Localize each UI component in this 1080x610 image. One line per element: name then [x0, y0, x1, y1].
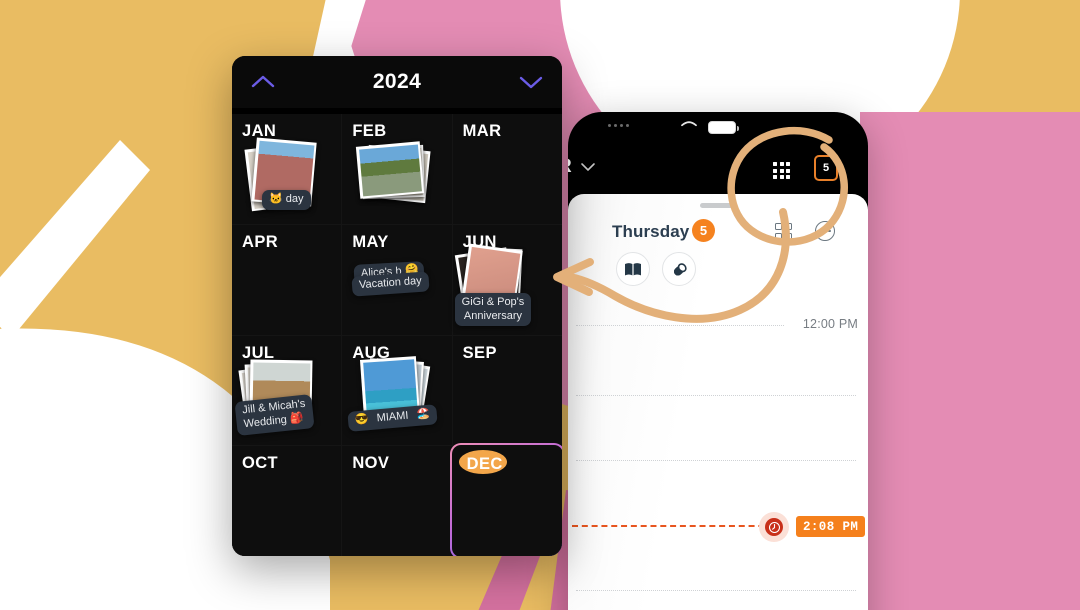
month-cell-feb[interactable]: FEB	[342, 114, 452, 224]
event-tag-miami[interactable]: 😎 MIAMI 🏖️	[347, 403, 439, 432]
month-cell-aug[interactable]: AUG 😎 MIAMI 🏖️	[342, 335, 452, 446]
phone-status-bar	[568, 112, 868, 142]
photo-thumb	[356, 141, 425, 199]
weekday-label: Thursday	[612, 222, 690, 241]
month-label: MAR	[462, 122, 502, 140]
timeline-label-12: 12:00 PM	[802, 317, 858, 331]
tag-emoji: 🐱	[269, 193, 283, 205]
chevron-down-icon[interactable]	[580, 162, 596, 172]
month-label: SEP	[462, 343, 497, 362]
month-cell-mar[interactable]: MAR	[452, 114, 562, 224]
month-label: APR	[242, 232, 279, 251]
pill-icon-button[interactable]	[662, 252, 696, 286]
month-label: DEC	[466, 455, 503, 474]
photo-tag[interactable]: 🐱 day	[262, 190, 311, 210]
timeline-gridline	[576, 395, 856, 396]
event-tag-gigi-pops-anniversary[interactable]: GiGi & Pop's Anniversary	[454, 292, 532, 327]
year-header: 2024	[232, 56, 562, 108]
current-time-line	[572, 525, 784, 527]
tag-text: day	[285, 193, 304, 205]
chevron-down-icon[interactable]	[518, 74, 544, 90]
month-label: OCT	[242, 454, 279, 473]
timeline-gridline	[576, 590, 856, 591]
month-label: JUN	[462, 232, 497, 251]
month-cell-nov[interactable]: NOV	[342, 446, 452, 556]
timeline-gridline	[576, 460, 856, 461]
month-label: AUG	[352, 343, 391, 362]
month-label: JAN	[242, 122, 277, 140]
tag-emoji: 🎒	[289, 411, 305, 425]
sheet-drag-handle[interactable]	[700, 203, 736, 208]
month-cell-apr[interactable]: APR	[232, 224, 342, 335]
phone-mockup: R 5 Thursday 5	[568, 112, 868, 610]
tag-text: Vacation day	[358, 274, 423, 291]
wifi-icon	[681, 121, 697, 127]
tag-line-2: Anniversary	[463, 309, 522, 322]
calendar-view-toggle[interactable]: 5	[814, 155, 838, 181]
phone-nav-row: R 5	[568, 142, 868, 194]
more-options-icon[interactable]	[815, 221, 835, 241]
month-cell-dec[interactable]: DEC	[449, 443, 562, 556]
day-detail-sheet: Thursday 5 12:00 PM 2:08 PM	[568, 194, 868, 610]
month-cell-sep[interactable]: SEP	[452, 335, 562, 446]
nav-month-label: R	[568, 156, 572, 178]
event-tag-vacation-day[interactable]: Vacation day	[351, 271, 430, 297]
tag-emoji: 🏖️	[416, 407, 431, 421]
chevron-up-icon[interactable]	[250, 74, 276, 90]
current-time-badge: 2:08 PM	[795, 515, 867, 538]
month-grid: JAN 🐱 day FEB MAR APR MAY Alice's b 🤗 Va…	[232, 114, 562, 556]
layout-grid-icon[interactable]	[775, 223, 792, 240]
month-cell-oct[interactable]: OCT	[232, 446, 342, 556]
year-overview-panel: 2024 JAN 🐱 day FEB MAR APR MAY Alice's b…	[232, 56, 562, 556]
signal-dots-icon	[608, 124, 629, 127]
month-label: JUL	[242, 343, 275, 362]
clock-icon	[765, 518, 783, 536]
month-cell-jul[interactable]: JUL Jill & Micah's Wedding 🎒	[232, 335, 342, 446]
year-label: 2024	[372, 70, 422, 93]
month-cell-jun[interactable]: JUN GiGi & Pop's Anniversary	[452, 224, 562, 335]
tag-emoji: 😎	[354, 412, 370, 426]
timeline-gridline	[576, 325, 784, 326]
book-icon	[625, 262, 641, 275]
month-cell-jan[interactable]: JAN 🐱 day	[232, 114, 342, 224]
pill-icon	[673, 262, 687, 276]
book-icon-button[interactable]	[616, 252, 650, 286]
tag-line-1: GiGi & Pop's	[461, 295, 525, 308]
battery-icon	[708, 121, 739, 134]
month-label: FEB	[352, 122, 387, 140]
date-badge: 5	[692, 219, 715, 242]
month-cell-may[interactable]: MAY Alice's b 🤗 Vacation day	[342, 224, 452, 335]
grid-view-icon[interactable]	[773, 162, 791, 180]
month-label: NOV	[352, 454, 390, 473]
tag-text: MIAMI	[376, 409, 410, 424]
month-label: MAY	[352, 232, 389, 251]
